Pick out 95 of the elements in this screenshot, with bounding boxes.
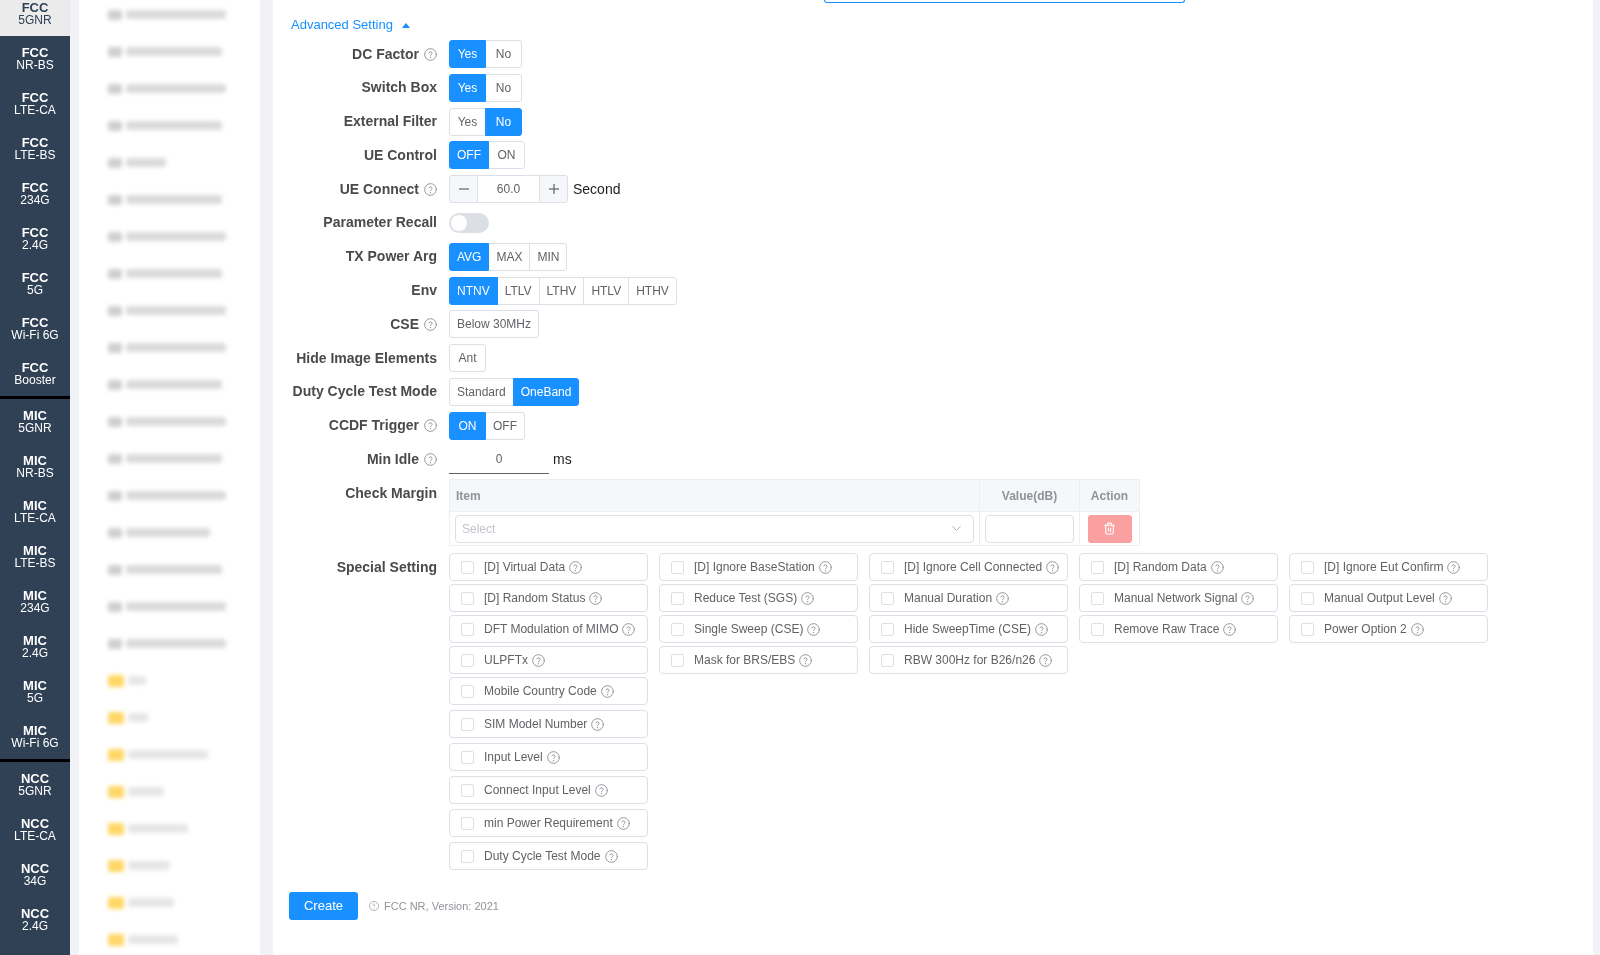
column-header: Action bbox=[1090, 487, 1129, 505]
radio-button[interactable]: Ant bbox=[449, 344, 486, 373]
field-label: CSE bbox=[390, 314, 419, 334]
checkbox-option[interactable]: [D] Ignore Cell Connected bbox=[869, 553, 1068, 582]
checkbox-option[interactable]: DFT Modulation of MIMO bbox=[449, 615, 648, 644]
radio-button[interactable]: No bbox=[485, 73, 522, 102]
column-header: Item bbox=[456, 487, 481, 505]
advanced-setting-toggle[interactable]: Advanced Setting bbox=[291, 15, 410, 35]
field-label: TX Power Arg bbox=[345, 247, 437, 267]
field-label: UE Connect bbox=[339, 179, 419, 199]
checkbox[interactable] bbox=[461, 717, 474, 731]
checkbox-option[interactable]: Connect Input Level bbox=[449, 776, 648, 805]
checkbox-option[interactable]: Power Option 2 bbox=[1289, 615, 1488, 644]
column-header: Value(dB) bbox=[1001, 487, 1058, 505]
radio-button[interactable]: HTLV bbox=[583, 276, 630, 305]
unit-label: Second bbox=[573, 179, 621, 199]
radio-button[interactable]: MAX bbox=[488, 242, 531, 271]
checkbox-option[interactable]: [D] Ignore Eut Confirm bbox=[1289, 553, 1488, 582]
field-label: Parameter Recall bbox=[323, 213, 437, 233]
checkbox[interactable] bbox=[461, 684, 474, 698]
checkbox-option[interactable]: Single Sweep (CSE) bbox=[659, 615, 858, 644]
checkbox[interactable] bbox=[1091, 560, 1104, 574]
radio-button[interactable]: MIN bbox=[529, 242, 568, 271]
field-label: Duty Cycle Test Mode bbox=[292, 382, 437, 402]
field-label: DC Factor bbox=[352, 44, 419, 64]
checkbox[interactable] bbox=[671, 560, 684, 574]
radio-button[interactable]: Below 30MHz bbox=[449, 310, 540, 339]
checkbox[interactable] bbox=[671, 653, 684, 667]
checkbox-option[interactable]: [D] Ignore BaseStation bbox=[659, 553, 858, 582]
checkbox[interactable] bbox=[1301, 591, 1314, 605]
checkbox[interactable] bbox=[461, 653, 474, 667]
checkbox-option[interactable]: Mask for BRS/EBS bbox=[659, 646, 858, 675]
checkbox-option[interactable]: [D] Virtual Data bbox=[449, 553, 648, 582]
checkbox[interactable] bbox=[461, 849, 474, 863]
sidebar-item[interactable]: FCC 5GNR bbox=[0, 0, 70, 36]
checkbox[interactable] bbox=[881, 591, 894, 605]
field-label: Hide Image Elements bbox=[296, 348, 437, 368]
checkbox-option[interactable]: Mobile Country Code bbox=[449, 677, 648, 706]
checkbox-option[interactable]: Manual Duration bbox=[869, 584, 1068, 613]
value-input[interactable] bbox=[985, 514, 1074, 543]
radio-button[interactable]: No bbox=[485, 40, 522, 68]
checkbox[interactable] bbox=[461, 783, 474, 797]
decrement-button[interactable] bbox=[449, 175, 478, 204]
field-label: Special Setting bbox=[336, 557, 437, 577]
checkbox[interactable] bbox=[1091, 622, 1104, 636]
checkbox[interactable] bbox=[461, 750, 474, 764]
checkbox[interactable] bbox=[881, 622, 894, 636]
checkbox-option[interactable]: Input Level bbox=[449, 743, 648, 772]
checkbox-option[interactable]: min Power Requirement bbox=[449, 809, 648, 838]
minus-icon bbox=[458, 188, 469, 191]
checkbox-option[interactable]: ULPFTx bbox=[449, 646, 648, 675]
input-field[interactable] bbox=[824, 0, 1185, 3]
checkbox-option[interactable]: [D] Random Data bbox=[1079, 553, 1278, 582]
checkbox[interactable] bbox=[461, 816, 474, 830]
radio-button[interactable]: Standard bbox=[449, 377, 514, 406]
increment-button[interactable] bbox=[539, 175, 568, 204]
checkbox[interactable] bbox=[1301, 560, 1314, 574]
checkbox[interactable] bbox=[461, 591, 474, 605]
checkbox[interactable] bbox=[1091, 591, 1104, 605]
checkbox[interactable] bbox=[671, 622, 684, 636]
field-label: Switch Box bbox=[361, 78, 437, 98]
radio-button[interactable]: LTLV bbox=[496, 276, 540, 305]
radio-button[interactable]: HTHV bbox=[628, 276, 677, 305]
field-label: CCDF Trigger bbox=[328, 416, 419, 436]
toggle-switch[interactable] bbox=[449, 213, 489, 233]
radio-button[interactable]: ON bbox=[488, 141, 525, 170]
checkbox-option[interactable]: Duty Cycle Test Mode bbox=[449, 842, 648, 871]
field-label: Check Margin bbox=[345, 483, 437, 503]
unit-label: ms bbox=[553, 450, 572, 470]
checkbox[interactable] bbox=[461, 560, 474, 574]
checkbox-option[interactable]: Reduce Test (SGS) bbox=[659, 584, 858, 613]
checkbox[interactable] bbox=[671, 591, 684, 605]
checkbox-option[interactable]: RBW 300Hz for B26/n26 bbox=[869, 646, 1068, 675]
checkbox-option[interactable]: Hide SweepTime (CSE) bbox=[869, 615, 1068, 644]
checkbox-option[interactable]: [D] Random Status bbox=[449, 584, 648, 613]
field-label: UE Control bbox=[363, 145, 437, 165]
checkbox[interactable] bbox=[1301, 622, 1314, 636]
checkbox[interactable] bbox=[881, 560, 894, 574]
radio-button[interactable]: OFF bbox=[485, 411, 525, 440]
field-label: Min Idle bbox=[366, 450, 419, 470]
trash-icon bbox=[1103, 522, 1116, 536]
checkbox-option[interactable]: SIM Model Number bbox=[449, 710, 648, 739]
field-label: External Filter bbox=[343, 112, 437, 132]
radio-button[interactable]: LTHV bbox=[538, 276, 585, 305]
checkbox-option[interactable]: Manual Network Signal bbox=[1079, 584, 1278, 613]
version-note: FCC NR, Version: 2021 bbox=[384, 898, 499, 914]
plus-icon bbox=[548, 184, 559, 195]
checkbox-option[interactable]: Manual Output Level bbox=[1289, 584, 1488, 613]
info-icon bbox=[369, 901, 379, 912]
radio-button[interactable]: Yes bbox=[449, 107, 486, 136]
checkbox-option[interactable]: Remove Raw Trace bbox=[1079, 615, 1278, 644]
checkbox[interactable] bbox=[461, 622, 474, 636]
checkbox[interactable] bbox=[881, 653, 894, 667]
number-input[interactable]: 60.0 bbox=[478, 175, 539, 204]
field-label: Env bbox=[411, 281, 437, 301]
